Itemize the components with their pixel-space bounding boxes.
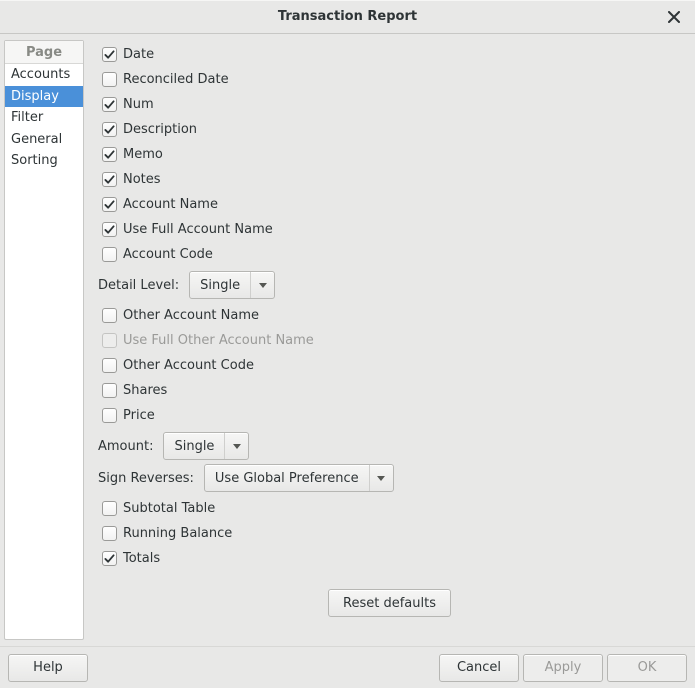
checkbox-use-full-other-account-name bbox=[102, 333, 117, 348]
combo-sign-reverses-value: Use Global Preference bbox=[205, 465, 369, 491]
option-use-full-account-name: Use Full Account Name bbox=[98, 217, 681, 242]
dialog-footer: Help Cancel Apply OK bbox=[0, 646, 695, 688]
checkbox-memo[interactable] bbox=[102, 147, 117, 162]
option-other-account-name: Other Account Name bbox=[98, 303, 681, 328]
option-subtotal-table: Subtotal Table bbox=[98, 496, 681, 521]
option-price: Price bbox=[98, 403, 681, 428]
amount-row: Amount: Single bbox=[98, 432, 681, 460]
checkbox-shares[interactable] bbox=[102, 383, 117, 398]
combo-amount-value: Single bbox=[164, 433, 224, 459]
sidebar-item-sorting[interactable]: Sorting bbox=[5, 150, 83, 172]
option-running-balance: Running Balance bbox=[98, 521, 681, 546]
display-options: Date Reconciled Date Num Description Mem… bbox=[84, 34, 695, 646]
option-other-account-code: Other Account Code bbox=[98, 353, 681, 378]
label-notes: Notes bbox=[123, 172, 161, 187]
label-date: Date bbox=[123, 47, 154, 62]
label-description: Description bbox=[123, 122, 197, 137]
option-date: Date bbox=[98, 42, 681, 67]
option-description: Description bbox=[98, 117, 681, 142]
checkbox-other-account-code[interactable] bbox=[102, 358, 117, 373]
close-icon bbox=[668, 11, 680, 23]
option-notes: Notes bbox=[98, 167, 681, 192]
checkbox-price[interactable] bbox=[102, 408, 117, 423]
option-memo: Memo bbox=[98, 142, 681, 167]
checkbox-subtotal-table[interactable] bbox=[102, 501, 117, 516]
label-price: Price bbox=[123, 408, 155, 423]
reset-row: Reset defaults bbox=[98, 589, 681, 617]
checkbox-description[interactable] bbox=[102, 122, 117, 137]
ok-button[interactable]: OK bbox=[607, 654, 687, 682]
label-account-code: Account Code bbox=[123, 247, 213, 262]
combo-sign-reverses[interactable]: Use Global Preference bbox=[204, 464, 394, 492]
sidebar-item-filter[interactable]: Filter bbox=[5, 107, 83, 129]
label-reconciled-date: Reconciled Date bbox=[123, 72, 229, 87]
help-button[interactable]: Help bbox=[8, 654, 88, 682]
option-totals: Totals bbox=[98, 546, 681, 571]
main-area: Page Accounts Display Filter General Sor… bbox=[0, 34, 695, 646]
detail-level-row: Detail Level: Single bbox=[98, 271, 681, 299]
label-totals: Totals bbox=[123, 551, 160, 566]
window-title: Transaction Report bbox=[278, 9, 417, 24]
label-sign-reverses: Sign Reverses: bbox=[98, 471, 194, 486]
checkbox-other-account-name[interactable] bbox=[102, 308, 117, 323]
chevron-down-icon bbox=[369, 465, 393, 491]
sidebar-item-accounts[interactable]: Accounts bbox=[5, 64, 83, 86]
checkbox-account-code[interactable] bbox=[102, 247, 117, 262]
titlebar: Transaction Report bbox=[0, 0, 695, 34]
label-account-name: Account Name bbox=[123, 197, 218, 212]
combo-detail-level[interactable]: Single bbox=[189, 271, 275, 299]
label-use-full-other-account-name: Use Full Other Account Name bbox=[123, 333, 314, 348]
option-use-full-other-account-name: Use Full Other Account Name bbox=[98, 328, 681, 353]
checkbox-reconciled-date[interactable] bbox=[102, 72, 117, 87]
combo-detail-level-value: Single bbox=[190, 272, 250, 298]
option-reconciled-date: Reconciled Date bbox=[98, 67, 681, 92]
checkbox-totals[interactable] bbox=[102, 551, 117, 566]
label-running-balance: Running Balance bbox=[123, 526, 232, 541]
sidebar-item-display[interactable]: Display bbox=[5, 86, 83, 108]
checkbox-running-balance[interactable] bbox=[102, 526, 117, 541]
label-other-account-name: Other Account Name bbox=[123, 308, 259, 323]
combo-amount[interactable]: Single bbox=[163, 432, 249, 460]
label-use-full-account-name: Use Full Account Name bbox=[123, 222, 273, 237]
cancel-button[interactable]: Cancel bbox=[439, 654, 519, 682]
checkbox-use-full-account-name[interactable] bbox=[102, 222, 117, 237]
option-shares: Shares bbox=[98, 378, 681, 403]
checkbox-date[interactable] bbox=[102, 47, 117, 62]
option-num: Num bbox=[98, 92, 681, 117]
sign-reverses-row: Sign Reverses: Use Global Preference bbox=[98, 464, 681, 492]
checkbox-account-name[interactable] bbox=[102, 197, 117, 212]
close-button[interactable] bbox=[663, 6, 685, 28]
label-num: Num bbox=[123, 97, 154, 112]
option-account-name: Account Name bbox=[98, 192, 681, 217]
chevron-down-icon bbox=[250, 272, 274, 298]
page-sidebar: Page Accounts Display Filter General Sor… bbox=[4, 40, 84, 640]
label-subtotal-table: Subtotal Table bbox=[123, 501, 215, 516]
label-memo: Memo bbox=[123, 147, 163, 162]
label-amount: Amount: bbox=[98, 439, 153, 454]
reset-defaults-button[interactable]: Reset defaults bbox=[328, 589, 451, 617]
sidebar-header: Page bbox=[5, 41, 83, 64]
apply-button[interactable]: Apply bbox=[523, 654, 603, 682]
label-detail-level: Detail Level: bbox=[98, 278, 179, 293]
label-other-account-code: Other Account Code bbox=[123, 358, 254, 373]
label-shares: Shares bbox=[123, 383, 167, 398]
option-account-code: Account Code bbox=[98, 242, 681, 267]
checkbox-notes[interactable] bbox=[102, 172, 117, 187]
chevron-down-icon bbox=[224, 433, 248, 459]
sidebar-item-general[interactable]: General bbox=[5, 129, 83, 151]
checkbox-num[interactable] bbox=[102, 97, 117, 112]
